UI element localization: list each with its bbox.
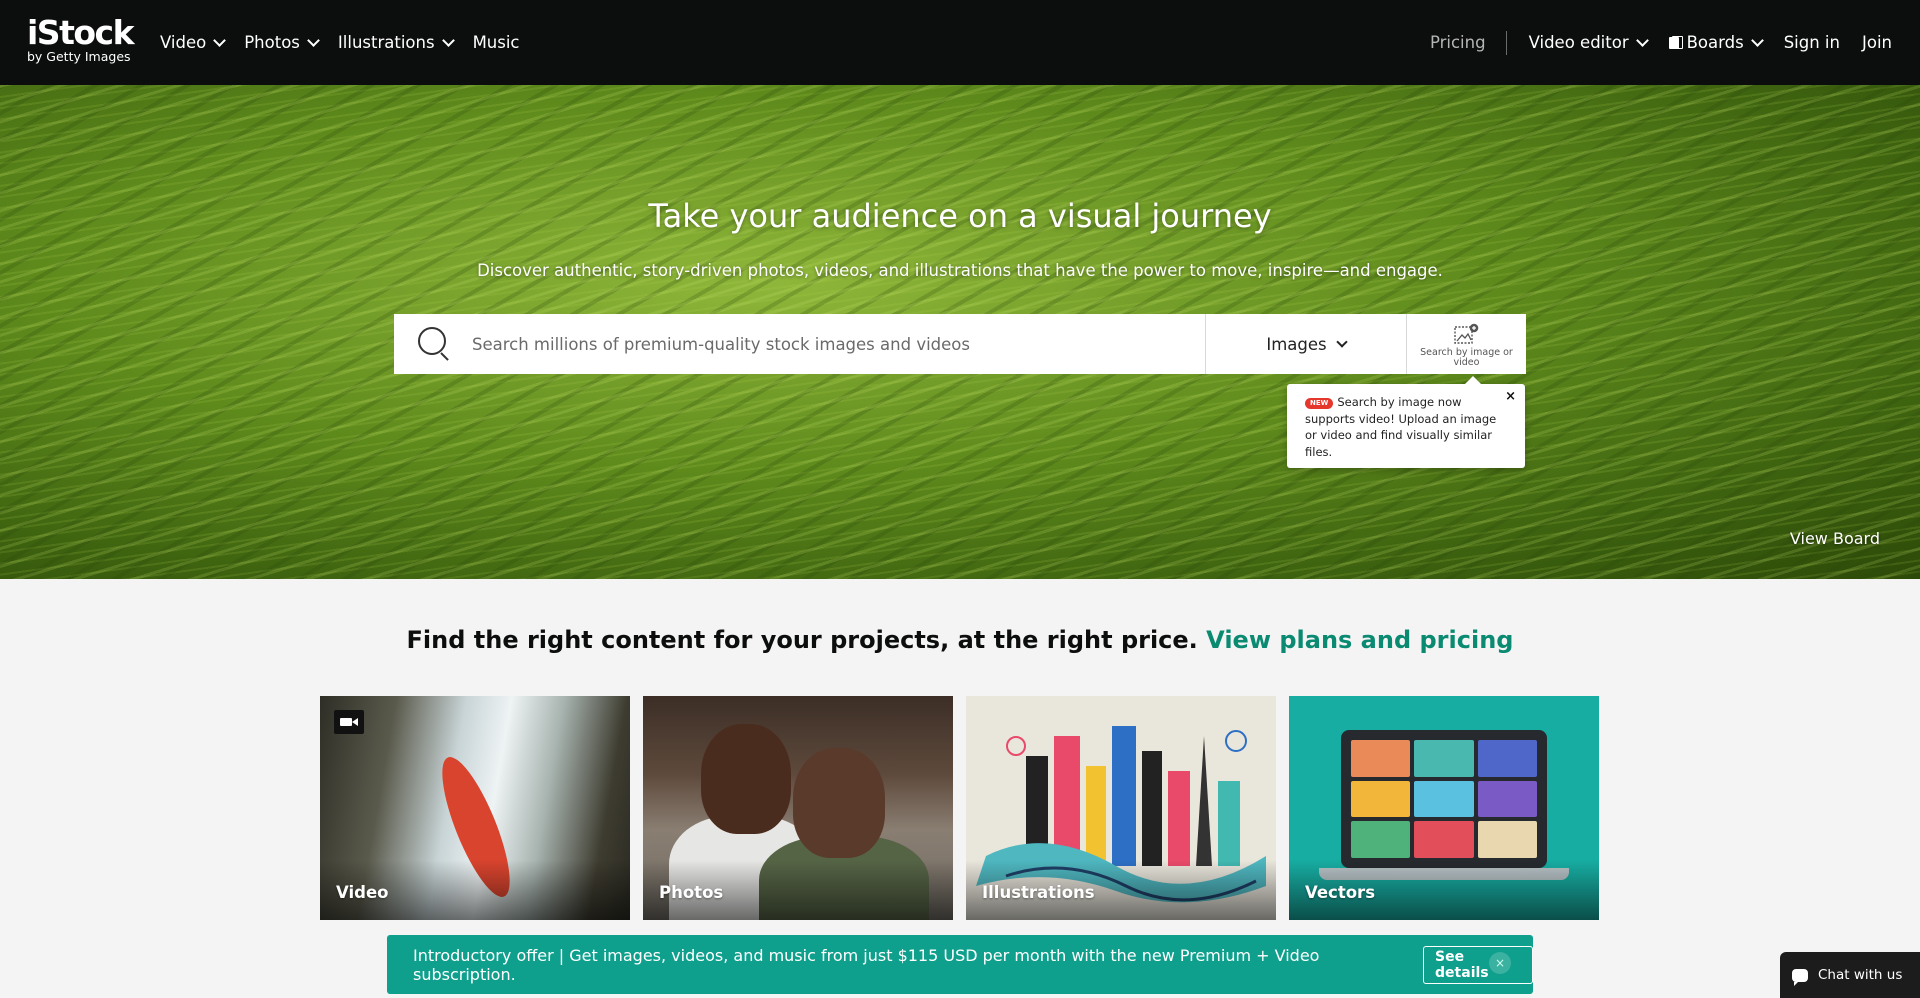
search-by-image-button[interactable]: Search by image or video (1406, 314, 1526, 374)
tagline-text: Find the right content for your projects… (406, 626, 1198, 654)
introductory-offer-banner: Introductory offer | Get images, videos,… (387, 935, 1533, 994)
new-badge: NEW (1305, 398, 1334, 409)
search-type-label: Images (1266, 334, 1327, 354)
nav-music[interactable]: Music (473, 33, 520, 52)
tile-illustrations-label: Illustrations (982, 883, 1095, 902)
chevron-down-icon (1750, 33, 1764, 47)
tile-vectors-label: Vectors (1305, 883, 1376, 902)
nav-video[interactable]: Video (160, 33, 227, 52)
chat-widget-button[interactable]: Chat with us (1780, 952, 1920, 998)
search-bar: Images Search by image or video (394, 314, 1526, 374)
hero-banner: Take your audience on a visual journey D… (0, 85, 1920, 579)
tile-video[interactable]: Video (320, 696, 630, 920)
tooltip-text: Search by image now supports video! Uplo… (1305, 395, 1497, 459)
search-input[interactable] (472, 314, 1205, 374)
chevron-down-icon (1635, 33, 1649, 47)
promo-text: Introductory offer | Get images, videos,… (413, 945, 1320, 984)
promo-close-button[interactable]: × (1489, 952, 1511, 974)
tile-video-label: Video (336, 883, 389, 902)
nav-illustrations[interactable]: Illustrations (337, 33, 455, 52)
tile-vectors-image (1341, 730, 1547, 868)
tile-photos[interactable]: Photos (643, 696, 953, 920)
nav-photos-label: Photos (244, 33, 300, 52)
chevron-down-icon (213, 33, 227, 47)
nav-video-label: Video (160, 33, 207, 52)
view-board-link[interactable]: View Board (1790, 529, 1880, 548)
tile-illustrations[interactable]: Illustrations (966, 696, 1276, 920)
join-link[interactable]: Join (1862, 33, 1892, 52)
chevron-down-icon (307, 33, 320, 47)
nav-video-editor-label: Video editor (1528, 33, 1629, 52)
see-details-button[interactable]: See details (1423, 945, 1533, 984)
nav-music-label: Music (472, 33, 520, 52)
top-navigation: iStock by Getty Images Video Photos Illu… (0, 0, 1920, 85)
chat-label: Chat with us (1818, 967, 1903, 983)
nav-pricing[interactable]: Pricing (1430, 33, 1486, 52)
category-tiles: Video Photos Illustrations Vectors (320, 696, 1599, 920)
nav-boards[interactable]: Boards (1668, 33, 1764, 52)
view-plans-link[interactable]: View plans and pricing (1206, 626, 1513, 654)
nav-illustrations-label: Illustrations (337, 33, 435, 52)
istock-logo[interactable]: iStock by Getty Images (27, 13, 135, 65)
hero-subtitle: Discover authentic, story-driven photos,… (477, 261, 1443, 280)
secondary-nav: Pricing Video editor Boards Sign in Join (1430, 0, 1892, 85)
boards-icon (1668, 35, 1683, 50)
search-icon[interactable] (394, 314, 472, 374)
sign-in-link[interactable]: Sign in (1784, 33, 1840, 52)
logo-subtitle: by Getty Images (27, 49, 131, 64)
tile-photos-label: Photos (659, 883, 724, 902)
tile-photos-image (793, 748, 885, 858)
pricing-tagline: Find the right content for your projects… (0, 626, 1920, 654)
tile-vectors[interactable]: Vectors (1289, 696, 1599, 920)
tooltip-close-button[interactable]: × (1505, 390, 1516, 403)
primary-nav: Video Photos Illustrations Music (160, 0, 520, 85)
search-by-image-tooltip: NEW Search by image now supports video! U… (1287, 376, 1525, 468)
nav-divider (1505, 30, 1507, 55)
logo-brand: iStock (27, 13, 135, 52)
image-search-icon (1453, 323, 1478, 344)
nav-photos[interactable]: Photos (244, 33, 320, 52)
chat-bubble-icon (1792, 968, 1808, 986)
search-by-image-label: Search by image or video (1420, 346, 1513, 368)
chevron-down-icon (1335, 335, 1348, 348)
chevron-down-icon (441, 33, 455, 47)
video-camera-icon (334, 710, 364, 734)
hero-title: Take your audience on a visual journey (648, 197, 1272, 235)
nav-video-editor[interactable]: Video editor (1528, 33, 1649, 52)
search-type-select[interactable]: Images (1205, 314, 1406, 374)
nav-boards-label: Boards (1686, 33, 1744, 52)
tile-photos-image (701, 724, 791, 834)
